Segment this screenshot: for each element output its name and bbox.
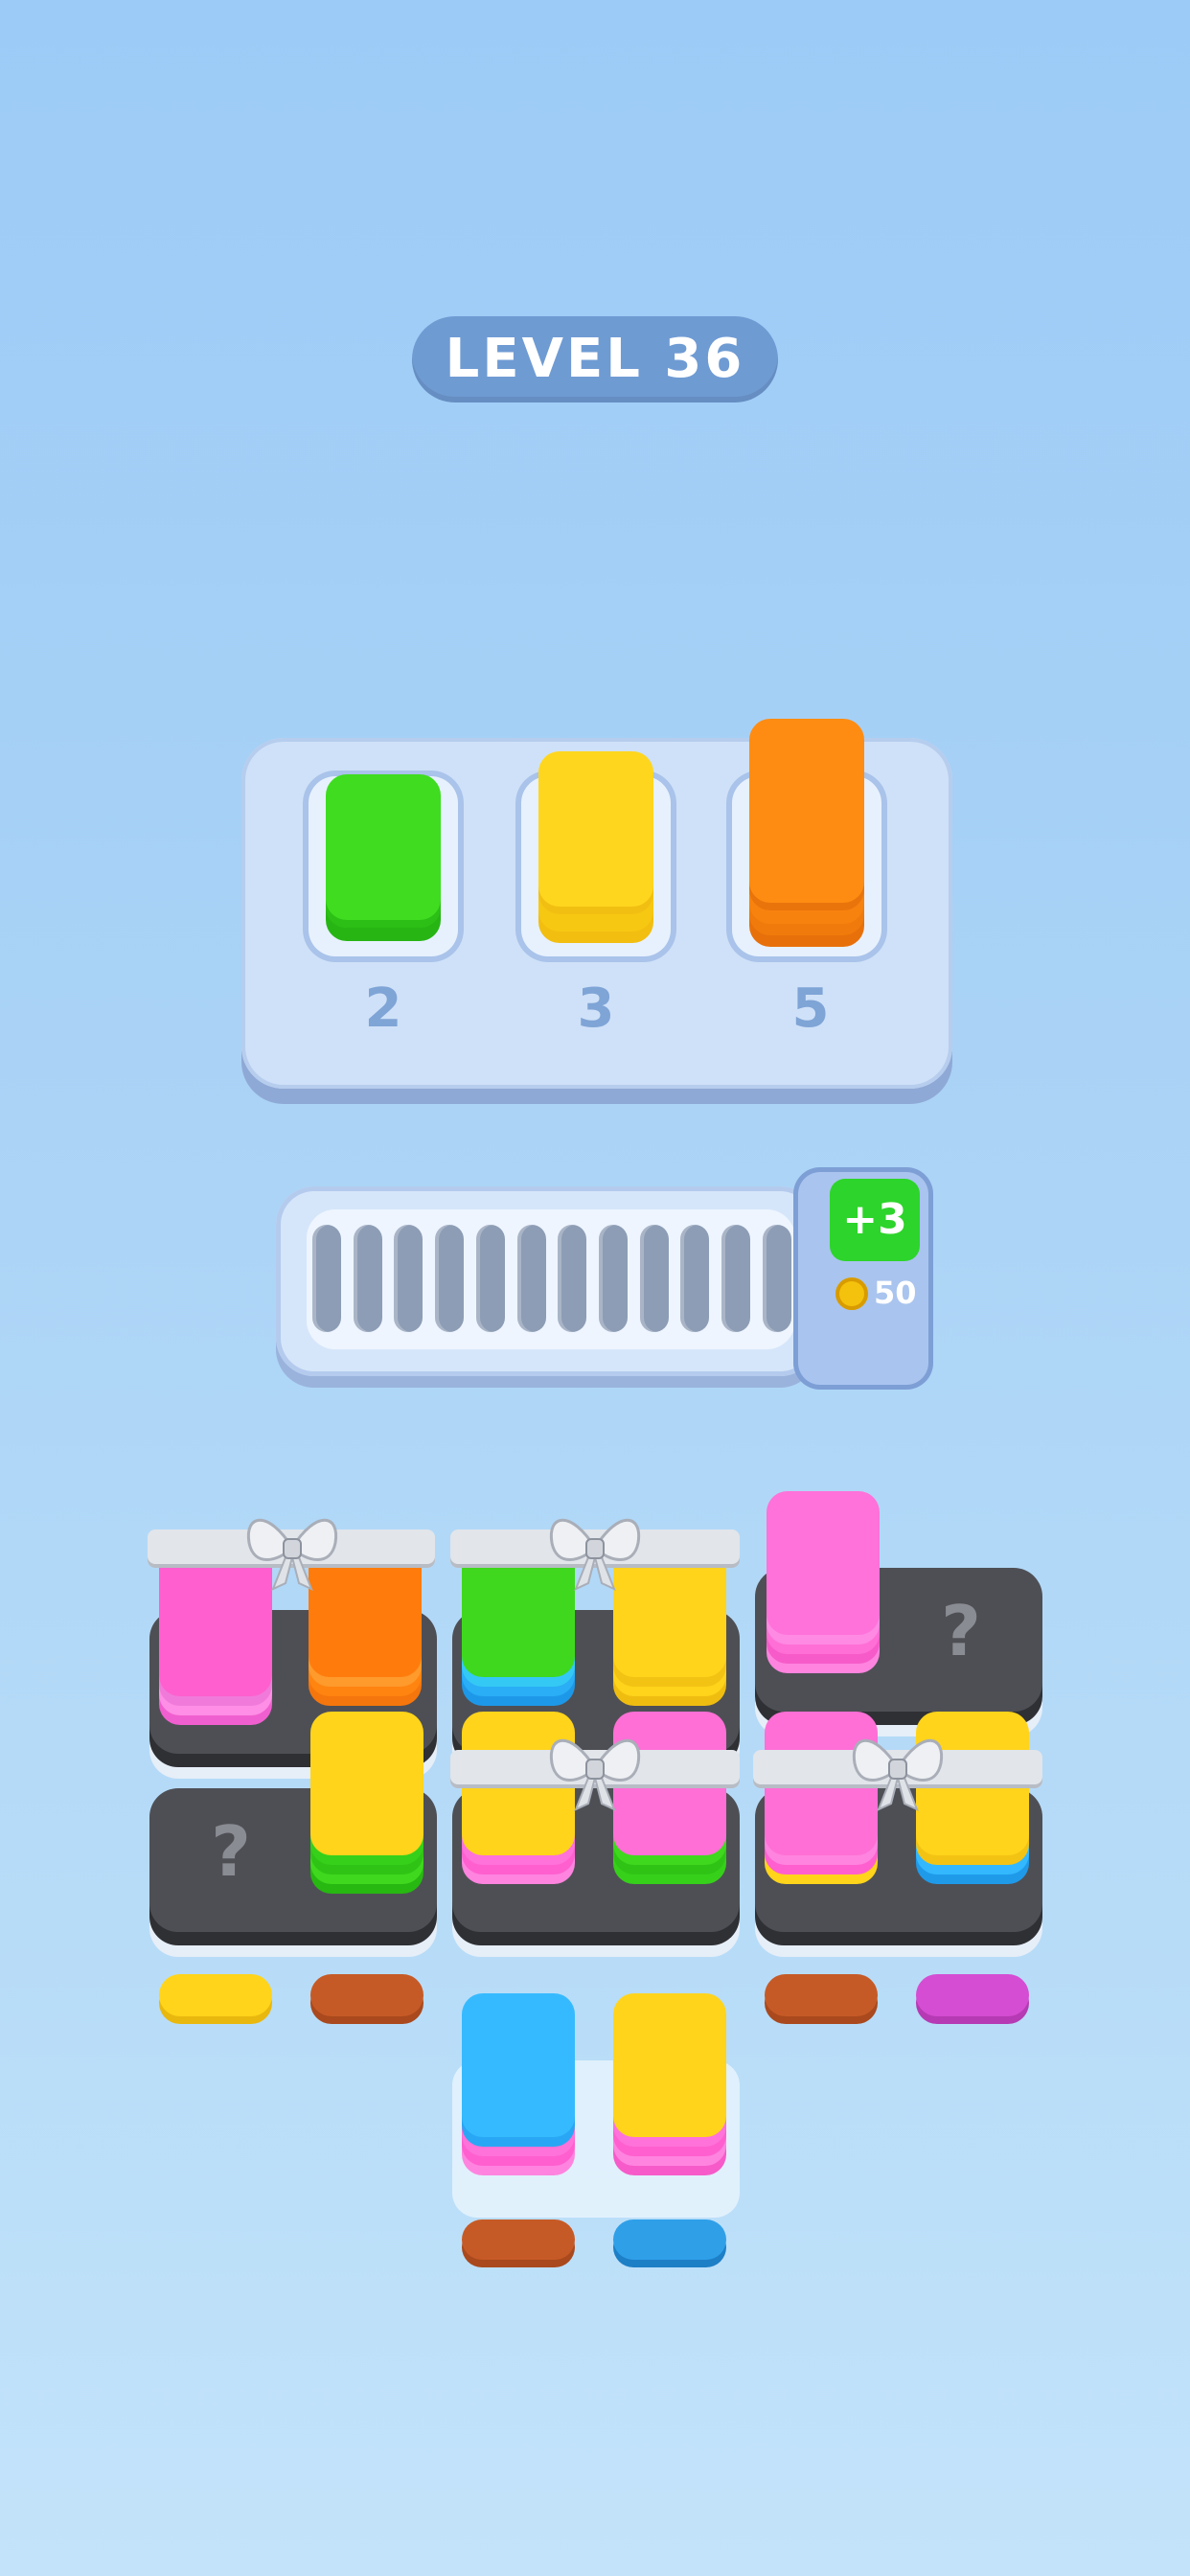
empty-slot <box>680 1225 710 1332</box>
orange-tile-stack-icon <box>749 719 864 910</box>
target-slot-green <box>303 770 464 962</box>
empty-slot <box>558 1225 587 1332</box>
gift-bow-icon <box>246 1518 338 1591</box>
brown-stack-below <box>310 1974 423 2016</box>
gift-bow-icon <box>549 1518 641 1591</box>
target-count-yellow: 3 <box>577 978 615 1040</box>
yellow-stack-below <box>159 1974 272 2016</box>
yellow-stack[interactable] <box>310 1712 423 1855</box>
blue-stack[interactable] <box>462 1993 575 2137</box>
target-slot-orange <box>726 719 887 962</box>
gift-bow-icon <box>549 1738 641 1811</box>
level-indicator: LEVEL 36 <box>412 316 778 402</box>
empty-slot <box>312 1225 341 1332</box>
brown-stack-below <box>462 2220 575 2260</box>
locked-question-mark: ? <box>211 1811 251 1892</box>
target-count-green: 2 <box>364 978 402 1040</box>
pink-stack[interactable] <box>767 1491 880 1635</box>
target-count-orange: 5 <box>791 978 830 1040</box>
empty-slot <box>762 1225 791 1332</box>
empty-slot <box>475 1225 505 1332</box>
empty-slot <box>599 1225 629 1332</box>
yellow-tile-stack-icon <box>538 751 653 914</box>
magenta-stack-below <box>916 1974 1029 2016</box>
target-slot-yellow <box>515 751 676 962</box>
empty-slot <box>639 1225 669 1332</box>
yellow-stack[interactable] <box>613 1993 726 2137</box>
empty-slot <box>516 1225 546 1332</box>
locked-question-mark: ? <box>941 1591 981 1671</box>
green-tile-stack-icon <box>326 774 441 928</box>
empty-slot <box>721 1225 751 1332</box>
brown-stack-below <box>765 1974 878 2016</box>
blue-stack-below <box>613 2220 726 2260</box>
coin-price: 50 <box>874 1275 917 1311</box>
holding-rail-slots <box>312 1225 791 1332</box>
empty-slot <box>353 1225 382 1332</box>
gift-bow-icon <box>852 1738 944 1811</box>
add-slots-label[interactable]: +3 <box>830 1179 920 1261</box>
empty-slot <box>394 1225 423 1332</box>
coin-icon <box>835 1277 868 1310</box>
empty-slot <box>435 1225 465 1332</box>
